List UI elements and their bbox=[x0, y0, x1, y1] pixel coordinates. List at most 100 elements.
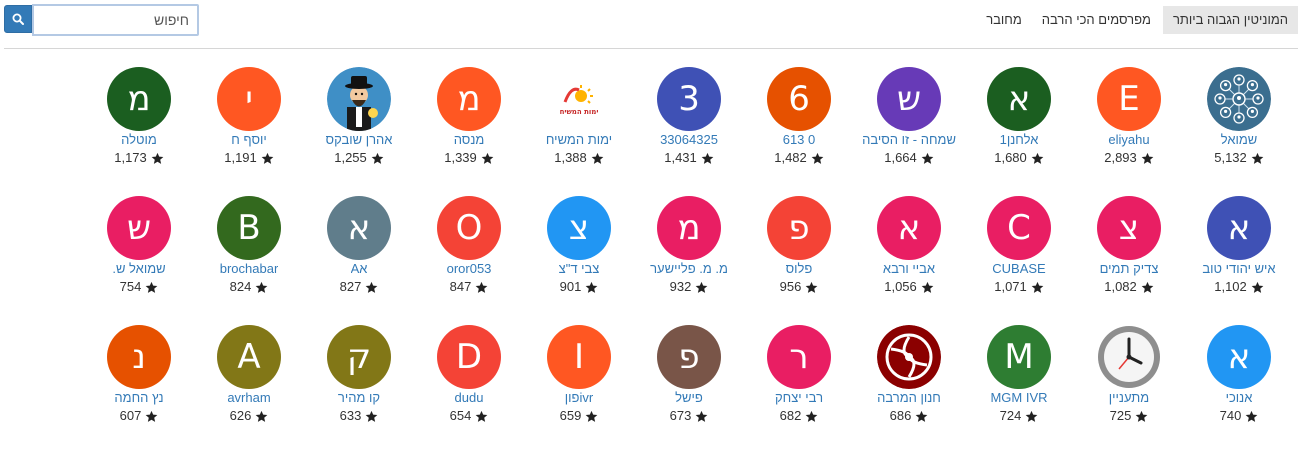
user-name-link[interactable]: brochabar bbox=[220, 261, 279, 277]
user-card[interactable]: ר רבי יצחק 682 bbox=[744, 318, 854, 447]
user-name-link[interactable]: 0 613 bbox=[783, 132, 816, 148]
user-card[interactable]: ק קו מהיר 633 bbox=[304, 318, 414, 447]
user-name-link[interactable]: מתעניין bbox=[1109, 390, 1149, 406]
user-card[interactable]: 3 33064325 1,431 bbox=[634, 60, 744, 189]
user-name-link[interactable]: חנון המרבה bbox=[877, 390, 941, 406]
avatar[interactable]: צ bbox=[547, 196, 611, 260]
user-card[interactable]: Iivrפון 659 bbox=[524, 318, 634, 447]
avatar[interactable]: מ bbox=[107, 67, 171, 131]
user-name-link[interactable]: נץ החמה bbox=[114, 390, 163, 406]
user-card[interactable]: 6 0 613 1,482 bbox=[744, 60, 854, 189]
avatar[interactable]: פ bbox=[767, 196, 831, 260]
user-name-link[interactable]: שמחה - זו הסיבה bbox=[862, 132, 956, 148]
user-name-link[interactable]: ימות המשיח bbox=[546, 132, 612, 148]
user-name-link[interactable]: פישל bbox=[675, 390, 703, 406]
user-name-link[interactable]: avrham bbox=[227, 390, 270, 406]
avatar[interactable]: ש bbox=[877, 67, 941, 131]
avatar[interactable] bbox=[1207, 67, 1271, 131]
user-card[interactable]: מתעניין 725 bbox=[1074, 318, 1184, 447]
user-card[interactable]: Eeliyahu 2,893 bbox=[1074, 60, 1184, 189]
avatar[interactable]: א bbox=[1207, 325, 1271, 389]
avatar[interactable]: B bbox=[217, 196, 281, 260]
avatar[interactable]: ק bbox=[327, 325, 391, 389]
avatar[interactable]: M bbox=[987, 325, 1051, 389]
user-card[interactable]: מ מנסה 1,339 bbox=[414, 60, 524, 189]
user-name-link[interactable]: MGM IVR bbox=[990, 390, 1047, 406]
avatar[interactable]: פ bbox=[657, 325, 721, 389]
user-name-link[interactable]: שמואל ש. bbox=[112, 261, 165, 277]
user-name-link[interactable]: פלוס bbox=[786, 261, 813, 277]
search-button[interactable] bbox=[4, 5, 32, 33]
user-name-link[interactable]: אA bbox=[351, 261, 368, 277]
avatar[interactable]: מ bbox=[437, 67, 501, 131]
user-name-link[interactable]: ivrפון bbox=[565, 390, 593, 406]
avatar[interactable] bbox=[1097, 325, 1161, 389]
user-card[interactable]: M MGM IVR 724 bbox=[964, 318, 1074, 447]
avatar[interactable]: א bbox=[877, 196, 941, 260]
user-name-link[interactable]: צדיק תמים bbox=[1100, 261, 1159, 277]
user-card[interactable]: מ מ. מ. פליישער 932 bbox=[634, 189, 744, 318]
avatar[interactable]: צ bbox=[1097, 196, 1161, 260]
user-name-link[interactable]: מוטלה bbox=[121, 132, 157, 148]
user-name-link[interactable]: שמואל bbox=[1221, 132, 1258, 148]
avatar[interactable]: א bbox=[987, 67, 1051, 131]
avatar[interactable]: C bbox=[987, 196, 1051, 260]
user-name-link[interactable]: מנסה bbox=[454, 132, 485, 148]
avatar[interactable]: ימות המשיח bbox=[547, 67, 611, 131]
avatar[interactable]: נ bbox=[107, 325, 171, 389]
user-name-link[interactable]: dudu bbox=[455, 390, 484, 406]
avatar[interactable]: א bbox=[1207, 196, 1271, 260]
user-card[interactable]: א איש יהודי טוב 1,102 bbox=[1184, 189, 1294, 318]
avatar[interactable] bbox=[327, 67, 391, 131]
user-card[interactable]: Bbrochabar 824 bbox=[194, 189, 304, 318]
user-card[interactable]: צ צבי ד"צ 901 bbox=[524, 189, 634, 318]
user-name-link[interactable]: אנוכי bbox=[1226, 390, 1253, 406]
user-name-link[interactable]: אהרן שובקס bbox=[326, 132, 393, 148]
user-card[interactable]: א אA 827 bbox=[304, 189, 414, 318]
user-name-link[interactable]: איש יהודי טוב bbox=[1202, 261, 1275, 277]
tab-top-reputation[interactable]: המוניטין הגבוה ביותר bbox=[1162, 6, 1298, 34]
avatar[interactable]: A bbox=[217, 325, 281, 389]
user-name-link[interactable]: oror053 bbox=[447, 261, 492, 277]
avatar[interactable] bbox=[877, 325, 941, 389]
avatar[interactable]: א bbox=[327, 196, 391, 260]
user-card[interactable]: מ מוטלה 1,173 bbox=[84, 60, 194, 189]
user-card[interactable]: נ נץ החמה 607 bbox=[84, 318, 194, 447]
user-card[interactable]: Aavrham 626 bbox=[194, 318, 304, 447]
user-name-link[interactable]: 33064325 bbox=[660, 132, 718, 148]
user-name-link[interactable]: רבי יצחק bbox=[775, 390, 823, 406]
user-card[interactable]: י יוסף ח 1,191 bbox=[194, 60, 304, 189]
user-name-link[interactable]: צבי ד"צ bbox=[559, 261, 600, 277]
user-card[interactable]: ש שמואל ש. 754 bbox=[84, 189, 194, 318]
user-card[interactable]: פ פלוס 956 bbox=[744, 189, 854, 318]
search-input[interactable] bbox=[32, 4, 199, 36]
avatar[interactable]: י bbox=[217, 67, 281, 131]
user-card[interactable]: א אנוכי 740 bbox=[1184, 318, 1294, 447]
avatar[interactable]: 3 bbox=[657, 67, 721, 131]
avatar[interactable]: 6 bbox=[767, 67, 831, 131]
user-name-link[interactable]: יוסף ח bbox=[231, 132, 266, 148]
user-card[interactable]: חנון המרבה 686 bbox=[854, 318, 964, 447]
avatar[interactable]: ר bbox=[767, 325, 831, 389]
avatar[interactable]: D bbox=[437, 325, 501, 389]
user-name-link[interactable]: קו מהיר bbox=[338, 390, 380, 406]
user-card[interactable]: א אלחנן1 1,680 bbox=[964, 60, 1074, 189]
user-card[interactable]: אהרן שובקס 1,255 bbox=[304, 60, 414, 189]
user-name-link[interactable]: מ. מ. פליישער bbox=[650, 261, 728, 277]
user-name-link[interactable]: אביי ורבא bbox=[883, 261, 935, 277]
user-card[interactable]: צ צדיק תמים 1,082 bbox=[1074, 189, 1184, 318]
user-name-link[interactable]: eliyahu bbox=[1108, 132, 1149, 148]
tab-online[interactable]: מחובר bbox=[976, 6, 1032, 34]
avatar[interactable]: ש bbox=[107, 196, 171, 260]
user-card[interactable]: C CUBASE 1,071 bbox=[964, 189, 1074, 318]
user-card[interactable]: שמואל 5,132 bbox=[1184, 60, 1294, 189]
avatar[interactable]: E bbox=[1097, 67, 1161, 131]
avatar[interactable]: מ bbox=[657, 196, 721, 260]
user-card[interactable]: ימות המשיח ימות המשיח 1,388 bbox=[524, 60, 634, 189]
avatar[interactable]: I bbox=[547, 325, 611, 389]
user-name-link[interactable]: אלחנן1 bbox=[1000, 132, 1039, 148]
user-card[interactable]: Ooror053 847 bbox=[414, 189, 524, 318]
user-card[interactable]: פ פישל 673 bbox=[634, 318, 744, 447]
avatar[interactable]: O bbox=[437, 196, 501, 260]
tab-top-posters[interactable]: מפרסמים הכי הרבה bbox=[1032, 6, 1161, 34]
